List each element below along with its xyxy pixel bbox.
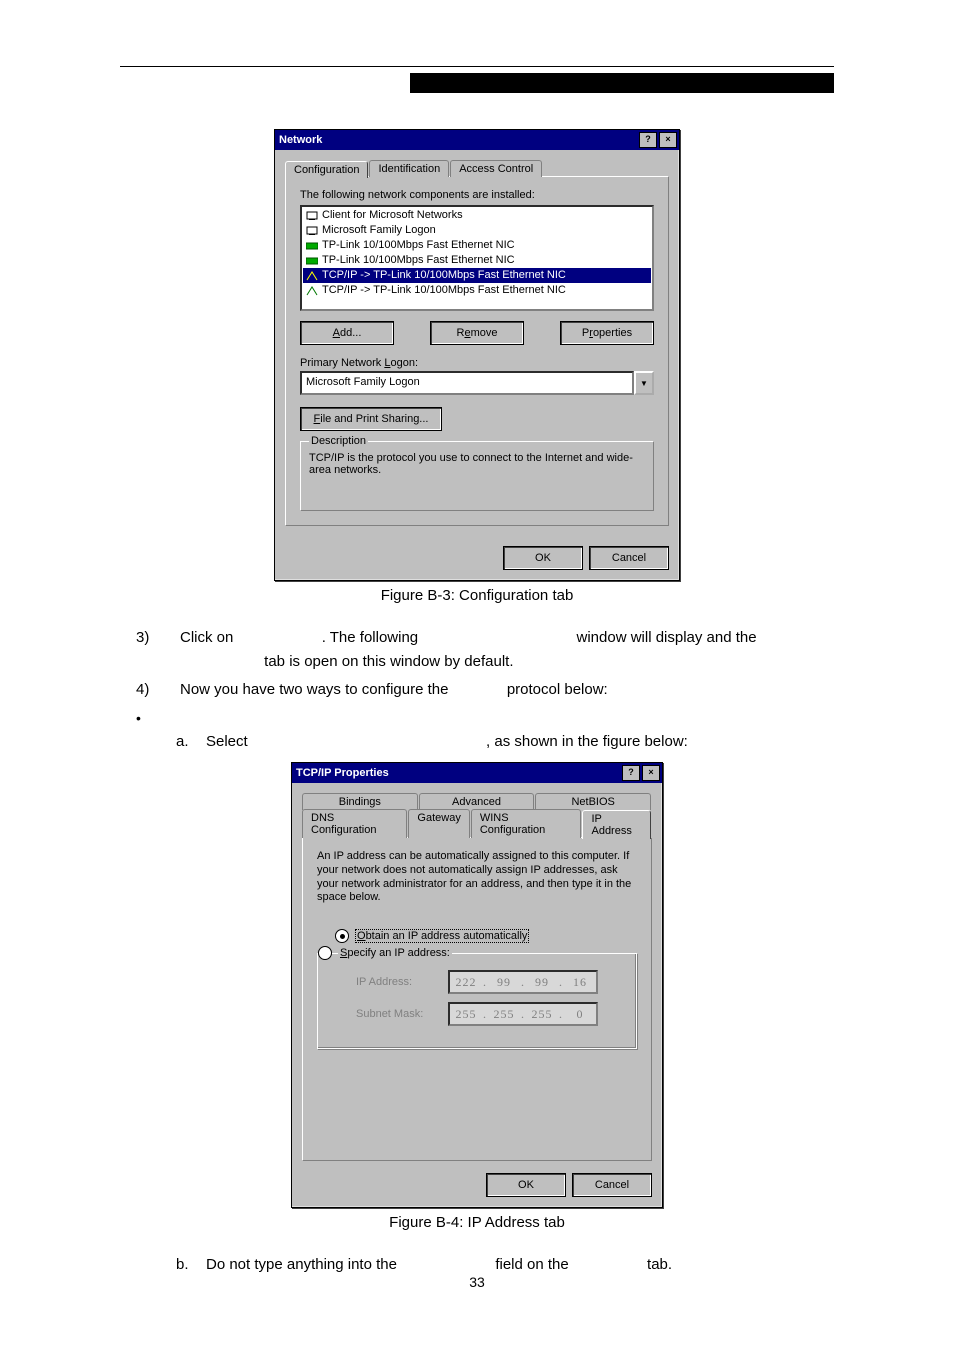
- tab-netbios[interactable]: NetBIOS: [535, 793, 651, 810]
- titlebar: TCP/IP Properties ? ×: [292, 763, 662, 783]
- description-text: TCP/IP is the protocol you use to connec…: [309, 452, 645, 476]
- step-number: 3): [120, 626, 180, 674]
- nic-icon: [305, 255, 318, 266]
- help-icon[interactable]: ?: [622, 765, 640, 781]
- list-item-selected[interactable]: TCP/IP -> TP-Link 10/100Mbps Fast Ethern…: [303, 268, 651, 283]
- description-box: Description TCP/IP is the protocol you u…: [300, 441, 654, 511]
- cancel-button[interactable]: Cancel: [572, 1173, 652, 1197]
- client-icon: [305, 210, 318, 221]
- page-number: 33: [0, 1274, 954, 1290]
- nic-icon: [305, 240, 318, 251]
- title: TCP/IP Properties: [296, 767, 389, 779]
- close-icon[interactable]: ×: [659, 132, 677, 148]
- tab-dns[interactable]: DNS Configuration: [302, 809, 407, 838]
- step-number: 4): [120, 678, 180, 702]
- subnet-mask-row: Subnet Mask: 255. 255. 255. 0: [356, 1002, 628, 1026]
- close-icon[interactable]: ×: [642, 765, 660, 781]
- titlebar: Network ? ×: [275, 130, 679, 150]
- network-dialog: Network ? × Configuration Identification…: [274, 129, 680, 581]
- ip-address-input[interactable]: 222. 99. 99. 16: [448, 970, 598, 994]
- list-item[interactable]: TCP/IP -> TP-Link 10/100Mbps Fast Ethern…: [303, 283, 651, 298]
- tabset-row2: DNS Configuration Gateway WINS Configura…: [302, 809, 652, 838]
- tab-panel: The following network components are ins…: [285, 176, 669, 526]
- cancel-button[interactable]: Cancel: [589, 546, 669, 570]
- file-print-sharing-button[interactable]: File and Print Sharing...: [300, 407, 442, 431]
- primary-logon-label: Primary Network Logon:: [300, 357, 654, 369]
- tab-panel: An IP address can be automatically assig…: [302, 837, 652, 1161]
- chevron-down-icon[interactable]: ▼: [634, 371, 654, 395]
- list-item[interactable]: TP-Link 10/100Mbps Fast Ethernet NIC: [303, 238, 651, 253]
- description-legend: Description: [309, 435, 368, 447]
- step-4: 4) Now you have two ways to configure th…: [120, 678, 834, 702]
- list-item[interactable]: Microsoft Family Logon: [303, 223, 651, 238]
- ok-button[interactable]: OK: [503, 546, 583, 570]
- ip-address-row: IP Address: 222. 99. 99. 16: [356, 970, 628, 994]
- list-item[interactable]: TP-Link 10/100Mbps Fast Ethernet NIC: [303, 253, 651, 268]
- ip-address-label: IP Address:: [356, 976, 436, 988]
- primary-logon-value: Microsoft Family Logon: [300, 371, 634, 395]
- properties-button[interactable]: Properties: [560, 321, 654, 345]
- radio-obtain-auto[interactable]: Obtain an IP address automatically: [335, 929, 637, 943]
- tab-identification[interactable]: Identification: [369, 160, 449, 177]
- components-listbox[interactable]: Client for Microsoft Networks Microsoft …: [300, 205, 654, 311]
- figure-caption-2: Figure B-4: IP Address tab: [120, 1214, 834, 1231]
- specify-group: Specify an IP address: IP Address: 222. …: [317, 953, 637, 1049]
- components-label: The following network components are ins…: [300, 189, 654, 201]
- tab-configuration[interactable]: Configuration: [285, 161, 368, 178]
- substep-a: a. Select , as shown in the figure below…: [120, 730, 834, 754]
- list-item[interactable]: Client for Microsoft Networks: [303, 208, 651, 223]
- subnet-mask-input[interactable]: 255. 255. 255. 0: [448, 1002, 598, 1026]
- bullet: •: [120, 710, 834, 726]
- primary-logon-combo[interactable]: Microsoft Family Logon ▼: [300, 371, 654, 395]
- protocol-icon: [305, 285, 318, 296]
- tab-bindings[interactable]: Bindings: [302, 793, 418, 810]
- content: Network ? × Configuration Identification…: [120, 93, 834, 1277]
- tab-wins[interactable]: WINS Configuration: [471, 809, 582, 838]
- tabset-row1: Bindings Advanced NetBIOS: [302, 793, 652, 810]
- ip-blurb: An IP address can be automatically assig…: [317, 850, 637, 905]
- title: Network: [279, 134, 322, 146]
- tabset: Configuration Identification Access Cont…: [285, 160, 669, 177]
- tcpip-properties-dialog: TCP/IP Properties ? × Bindings Advanced …: [291, 762, 663, 1208]
- tab-ip-address[interactable]: IP Address: [582, 810, 651, 839]
- ok-button[interactable]: OK: [486, 1173, 566, 1197]
- tab-access-control[interactable]: Access Control: [450, 160, 542, 177]
- radio-icon: [318, 946, 332, 960]
- radio-specify[interactable]: Specify an IP address:: [318, 946, 628, 960]
- remove-button[interactable]: Remove: [430, 321, 524, 345]
- header-rule: [120, 66, 834, 67]
- header-black-bar: [410, 73, 834, 93]
- page: Network ? × Configuration Identification…: [0, 0, 954, 1350]
- add-button[interactable]: Add...: [300, 321, 394, 345]
- step-3: 3) Click on . The following window will …: [120, 626, 834, 674]
- subnet-mask-label: Subnet Mask:: [356, 1008, 436, 1020]
- client-icon: [305, 225, 318, 236]
- protocol-icon: [305, 270, 318, 281]
- help-icon[interactable]: ?: [639, 132, 657, 148]
- radio-icon: [335, 929, 349, 943]
- tab-gateway[interactable]: Gateway: [408, 809, 469, 838]
- tab-advanced[interactable]: Advanced: [419, 793, 535, 810]
- figure-caption-1: Figure B-3: Configuration tab: [120, 587, 834, 604]
